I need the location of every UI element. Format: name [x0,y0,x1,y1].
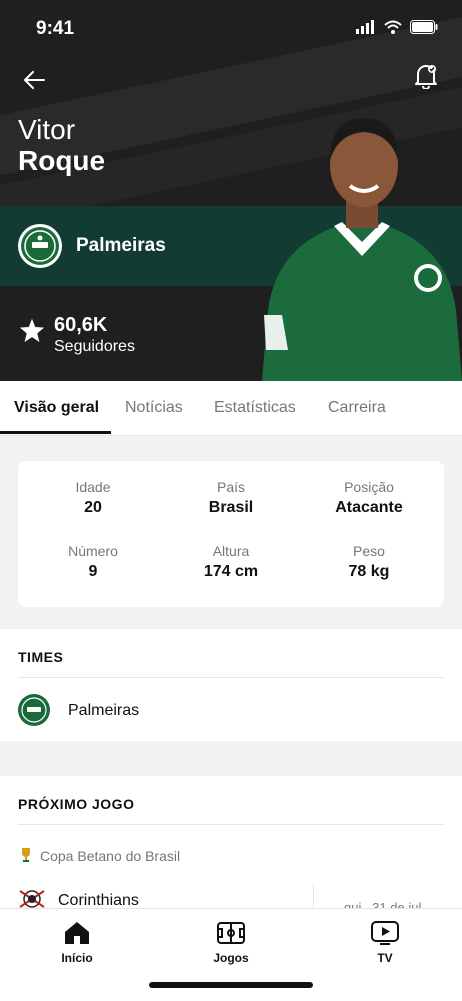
nav-label: Início [61,951,93,965]
team-name[interactable]: Palmeiras [68,702,139,720]
tab-bar: Visão geral Notícias Estatísticas Carrei… [0,381,462,436]
player-info-card: Idade 20 País Brasil Posição Atacante Nú… [18,461,444,607]
tab-indicator [0,431,111,434]
stat-label: Posição [344,479,394,495]
stat-value: 9 [88,563,98,580]
player-photo [262,118,462,381]
stat-country: País Brasil [160,479,302,517]
divider [18,677,444,678]
stat-value: 174 cm [203,563,259,580]
battery-icon [410,20,438,34]
nav-home[interactable]: Início [37,919,117,965]
stat-label: Idade [75,479,111,495]
star-icon[interactable] [18,317,46,345]
stat-position: Posição Atacante [298,479,440,517]
stat-value: 20 [84,499,102,516]
palmeiras-crest-icon[interactable] [18,224,62,268]
bell-check-icon [415,65,437,89]
status-bar: 9:41 [0,0,462,60]
stat-label: Peso [353,543,385,559]
nav-games[interactable]: Jogos [191,919,271,965]
club-name[interactable]: Palmeiras [76,235,166,257]
stat-number: Número 9 [22,543,164,581]
status-time: 9:41 [36,18,75,39]
stat-value: 78 kg [348,563,390,580]
tab-news[interactable]: Notícias [125,399,183,417]
stat-weight: Peso 78 kg [298,543,440,581]
status-icons [356,20,438,34]
notifications-button[interactable] [410,60,442,92]
player-last-name: Roque [18,145,106,176]
field-icon [217,922,245,944]
stat-label: País [216,479,245,495]
next-match-title: PRÓXIMO JOGO [18,796,135,812]
player-header: 9:41 Vitor Roque Palmeiras 60,6K Seguido… [0,0,462,381]
signal-icon [356,20,374,34]
nav-label: TV [377,951,393,965]
stat-age: Idade 20 [22,479,164,517]
home-icon [65,922,89,944]
competition-name[interactable]: Copa Betano do Brasil [40,848,180,864]
teams-section: TIMES Palmeiras [0,629,462,741]
stat-value: Atacante [335,499,403,516]
tv-icon [371,921,399,945]
teams-title: TIMES [18,649,64,665]
followers-count: 60,6K [54,314,108,336]
followers-label: Seguidores [54,338,135,355]
arrow-left-icon [24,71,45,89]
player-first-name: Vitor [18,114,76,145]
stat-label: Número [68,543,118,559]
nav-tv[interactable]: TV [345,919,425,965]
nav-label: Jogos [213,951,249,965]
trophy-icon [22,848,30,862]
tab-overview[interactable]: Visão geral [14,399,99,417]
palmeiras-crest-icon[interactable] [18,694,50,726]
stat-label: Altura [212,543,250,559]
corinthians-crest-icon [19,890,45,908]
tab-career[interactable]: Carreira [328,399,386,417]
tab-stats[interactable]: Estatísticas [214,399,296,417]
next-match-section: PRÓXIMO JOGO [0,776,462,908]
back-button[interactable] [18,64,50,96]
stat-height: Altura 174 cm [160,543,302,581]
wifi-icon [384,20,402,34]
divider [18,824,444,825]
home-indicator [149,982,313,988]
stat-value: Brasil [208,499,254,516]
